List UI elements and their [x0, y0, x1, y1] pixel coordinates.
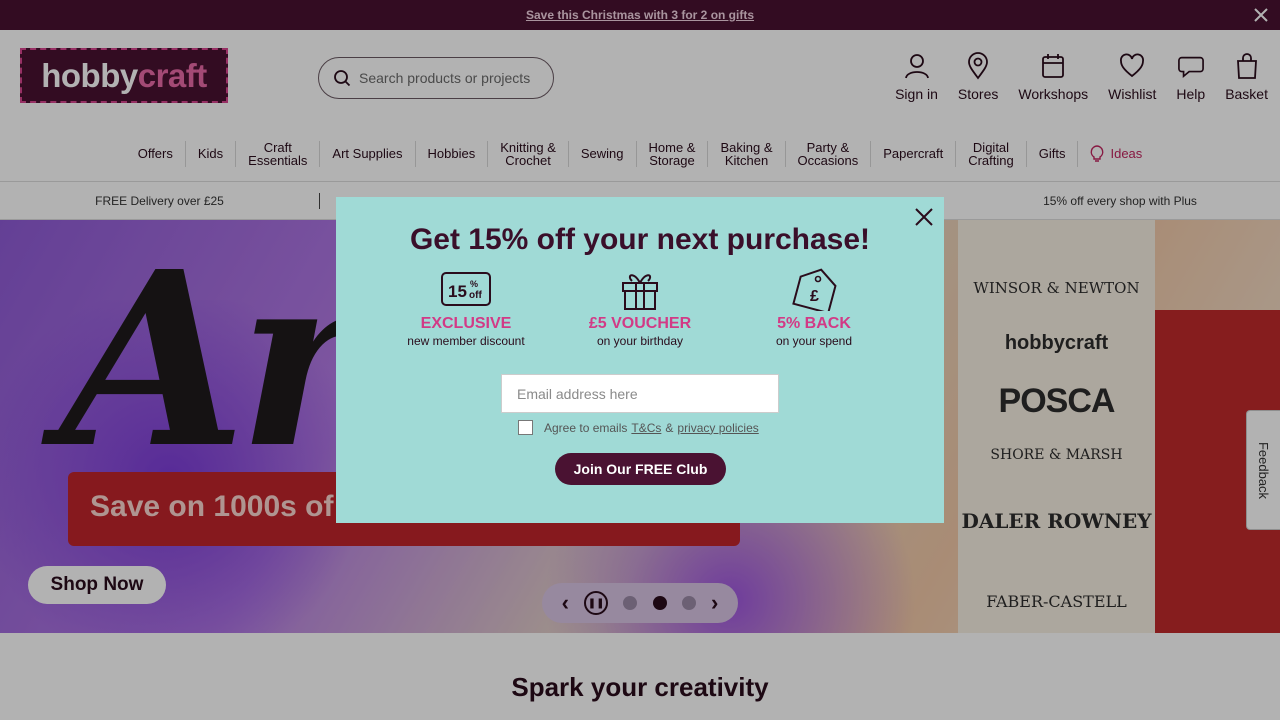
gift-icon: [622, 274, 658, 310]
benefit-title: £5 VOUCHER: [588, 315, 692, 332]
modal-title: Get 15% off your next purchase!: [409, 223, 871, 256]
benefit-title: 5% BACK: [777, 315, 851, 332]
email-field[interactable]: [501, 374, 779, 413]
benefit-title: EXCLUSIVE: [420, 315, 512, 332]
join-club-button[interactable]: Join Our FREE Club: [555, 453, 726, 485]
benefit-cashback: £ 5% BACK on your spend: [729, 267, 899, 348]
agree-checkbox[interactable]: [518, 420, 533, 435]
benefit-subtitle: on your birthday: [596, 334, 684, 348]
svg-text:off: off: [469, 290, 482, 301]
benefit-voucher: £5 VOUCHER on your birthday: [555, 267, 725, 348]
terms-link[interactable]: T&Cs: [631, 421, 661, 435]
svg-text:£: £: [810, 288, 819, 305]
benefit-subtitle: on your spend: [775, 334, 853, 348]
svg-text:%: %: [470, 279, 478, 289]
agree-ampersand: &: [665, 420, 674, 435]
privacy-link[interactable]: privacy policies: [677, 421, 758, 435]
agree-row: Agree to emails T&Cs & privacy policies: [518, 420, 763, 435]
svg-text:15: 15: [448, 282, 467, 301]
benefit-exclusive: 15 % off EXCLUSIVE new member discount: [381, 267, 551, 348]
15-off-badge-icon: 15 % off: [441, 272, 491, 306]
price-tag-icon: £: [792, 268, 837, 311]
agree-label: Agree to emails: [544, 420, 628, 435]
benefit-subtitle: new member discount: [407, 334, 525, 348]
signup-modal: Get 15% off your next purchase! 15 % off…: [336, 197, 944, 523]
